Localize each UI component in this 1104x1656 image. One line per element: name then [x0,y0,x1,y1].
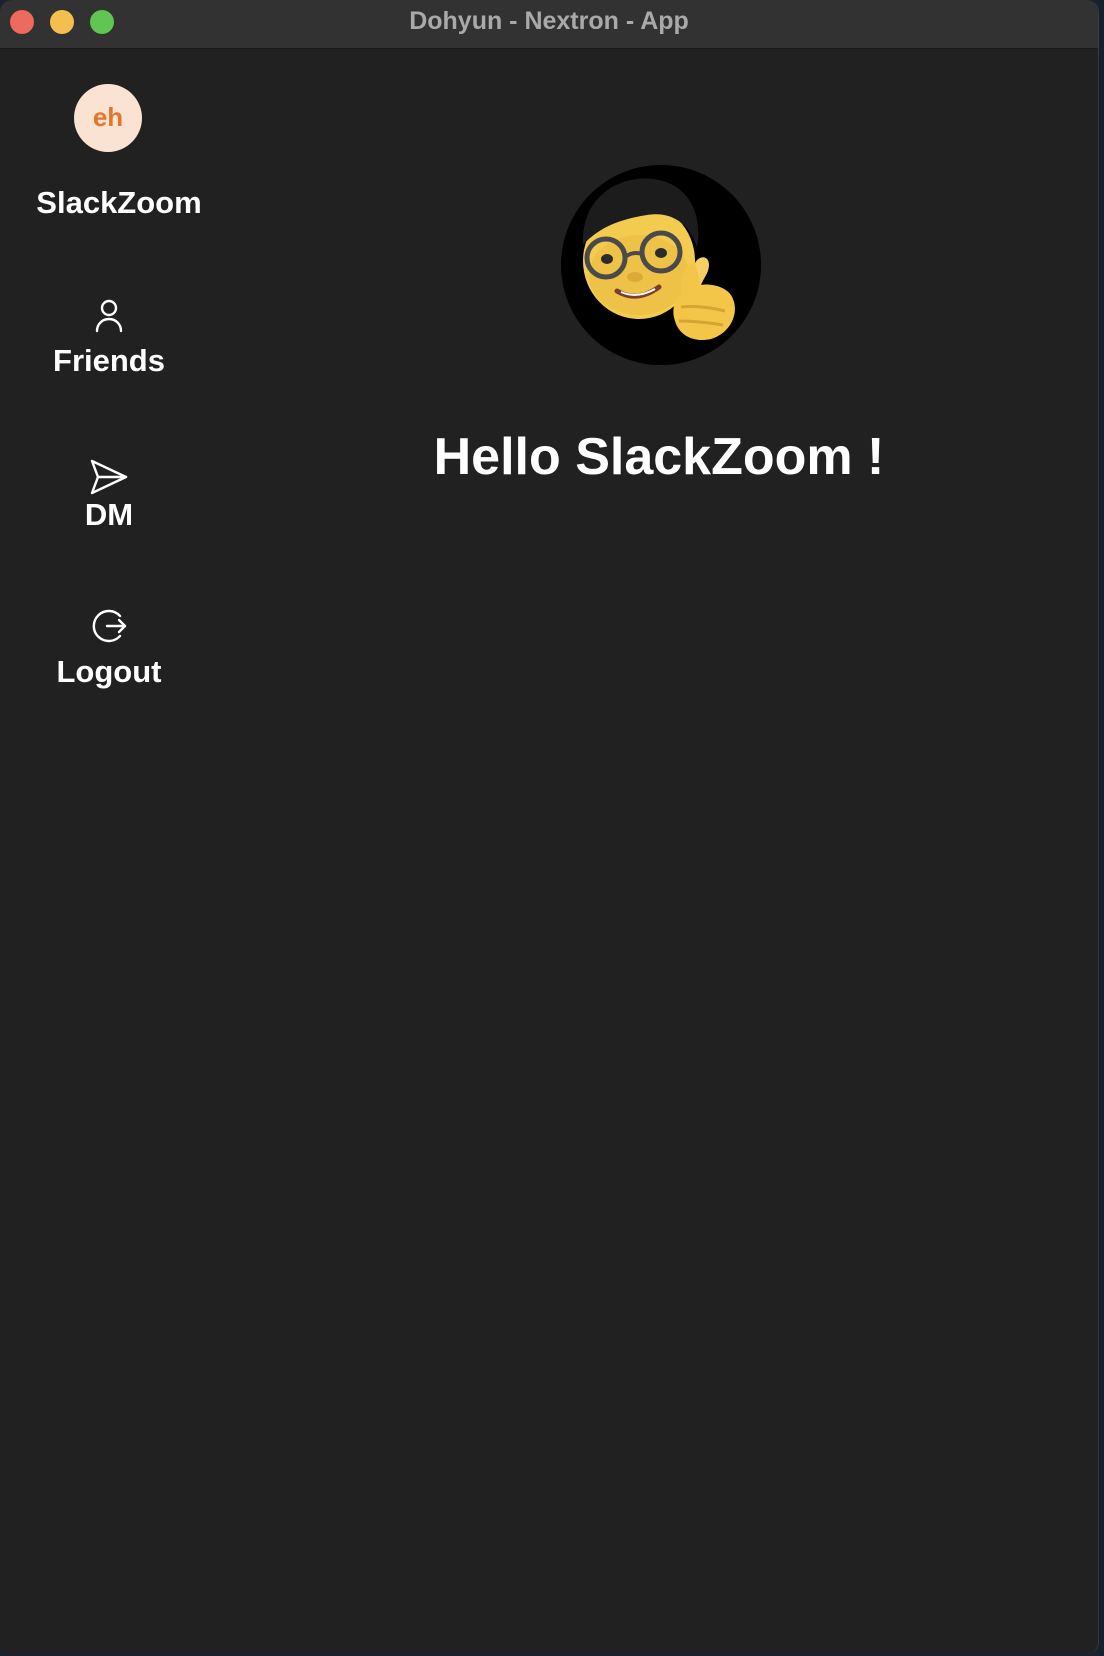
workspace-name: SlackZoom [36,185,202,220]
profile-avatar [561,165,761,365]
sidebar-item-logout[interactable]: Logout [0,606,218,690]
sidebar-item-label: Logout [56,654,162,689]
greeting-heading: Hello SlackZoom ! [220,427,1098,487]
sidebar-item-label: DM [84,497,134,532]
sidebar: eh SlackZoom Friends DM Logout [0,49,220,1654]
window-title: Dohyun - Nextron - App [409,7,689,35]
memoji-avatar-icon [561,165,761,365]
workspace-avatar[interactable]: eh [74,84,142,152]
sidebar-item-label: Friends [53,343,165,378]
main-content: Hello SlackZoom ! [220,49,1098,1654]
app-window: Dohyun - Nextron - App eh SlackZoom Frie… [0,0,1099,1654]
title-bar[interactable]: Dohyun - Nextron - App [0,0,1098,49]
sidebar-item-friends[interactable]: Friends [0,295,218,379]
background-edge [1099,0,1104,1656]
send-icon [90,459,128,495]
sidebar-item-dm[interactable]: DM [0,457,218,533]
user-icon [95,299,123,333]
logout-icon [92,609,127,643]
greeting-text: Hello SlackZoom ! [433,428,885,486]
